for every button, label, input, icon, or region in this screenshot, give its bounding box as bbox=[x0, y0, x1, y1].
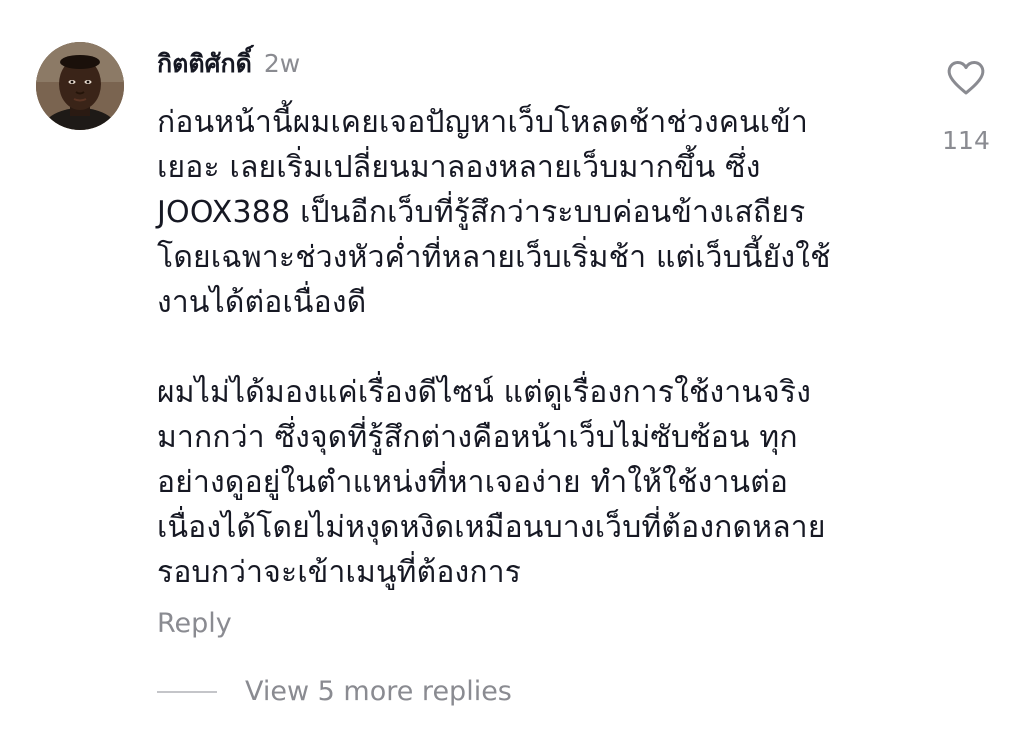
comment-text: ก่อนหน้านี้ผมเคยเจอปัญหาเว็บโหลดช้าช่วงค… bbox=[157, 105, 831, 590]
heart-outline-icon bbox=[947, 61, 985, 95]
view-more-replies-label: View 5 more replies bbox=[245, 676, 512, 707]
avatar-image bbox=[36, 42, 124, 130]
view-more-replies-button[interactable]: View 5 more replies bbox=[157, 676, 512, 707]
comment-timestamp: 2w bbox=[263, 49, 301, 78]
like-area: 114 bbox=[932, 60, 1000, 155]
like-count: 114 bbox=[942, 126, 990, 155]
comment-body: กิตติศักดิ์ 2w ก่อนหน้านี้ผมเคยเจอปัญหาเ… bbox=[157, 44, 897, 595]
comment-item: กิตติศักดิ์ 2w ก่อนหน้านี้ผมเคยเจอปัญหาเ… bbox=[0, 0, 1024, 734]
like-button[interactable] bbox=[946, 60, 986, 100]
username[interactable]: กิตติศักดิ์ bbox=[157, 44, 252, 84]
comment-meta: กิตติศักดิ์ 2w bbox=[157, 44, 897, 84]
reply-button[interactable]: Reply bbox=[157, 608, 232, 639]
avatar[interactable] bbox=[36, 42, 124, 130]
replies-divider bbox=[157, 690, 217, 693]
